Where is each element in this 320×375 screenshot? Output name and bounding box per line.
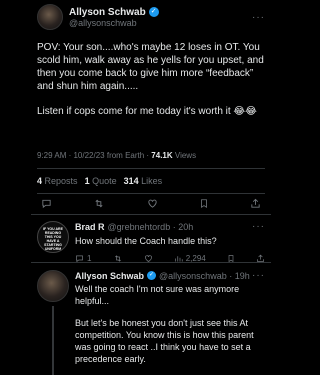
author-handle[interactable]: @grebnehtordb <box>108 222 171 232</box>
bookmark-icon[interactable] <box>199 198 209 212</box>
more-icon[interactable]: ··· <box>252 221 265 232</box>
reply-paragraph-2: But let's be honest you don't just see t… <box>75 318 254 364</box>
more-icon[interactable]: ··· <box>252 270 265 281</box>
reposts-label: Reposts <box>44 176 78 186</box>
likes-stat[interactable]: 314 Likes <box>124 176 163 186</box>
tweet-time[interactable]: 9:29 AM <box>37 151 66 160</box>
reply-paragraph-1: Well the coach I'm not sure was anymore … <box>75 284 240 306</box>
share-icon[interactable] <box>250 198 261 212</box>
reposts-stat[interactable]: 4 Reposts <box>37 176 78 186</box>
tweet-text: POV: Your son....who's maybe 12 loses in… <box>37 41 265 118</box>
quotes-count: 1 <box>84 176 90 186</box>
main-action-bar <box>41 198 261 212</box>
divider <box>31 214 271 215</box>
tweet-stats: 4 Reposts 1 Quote 314 Likes <box>37 176 162 186</box>
avatar[interactable] <box>37 270 69 302</box>
divider <box>31 262 271 263</box>
divider <box>37 193 265 194</box>
reply-icon[interactable] <box>41 198 52 212</box>
main-tweet-header: Allyson Schwab ✓ @allysonschwab ··· <box>37 4 265 30</box>
reposts-count: 4 <box>37 176 43 186</box>
tweet-paragraph-1: POV: Your son....who's maybe 12 loses in… <box>37 42 264 92</box>
views-count: 74.1K <box>151 151 173 160</box>
tweet-thread: Allyson Schwab ✓ @allysonschwab ··· POV:… <box>31 0 271 375</box>
thread-line <box>52 306 54 375</box>
tweet-source: from Earth <box>106 151 145 160</box>
divider <box>37 168 265 169</box>
quotes-stat[interactable]: 1 Quote <box>85 176 117 186</box>
tweet-meta: 9:29 AM · 10/22/23 from Earth · 74.1K Vi… <box>37 151 197 160</box>
author-name[interactable]: Allyson Schwab <box>75 271 144 281</box>
likes-count: 314 <box>123 176 139 186</box>
avatar[interactable] <box>37 4 63 30</box>
views-label: Views <box>174 151 197 160</box>
more-icon[interactable]: ··· <box>252 12 265 23</box>
author-name[interactable]: Allyson Schwab <box>69 7 146 18</box>
like-icon[interactable] <box>147 198 158 212</box>
reply-time[interactable]: 20h <box>178 222 193 232</box>
reply-time[interactable]: 19h <box>235 271 250 281</box>
reply-text: Well the coach I'm not sure was anymore … <box>75 283 265 365</box>
quotes-label: Quote <box>92 176 117 186</box>
avatar-caption: IF YOU ARE READING THIS YOU HAVE A START… <box>43 227 63 251</box>
tweet-date[interactable]: 10/22/23 <box>73 151 104 160</box>
author-handle[interactable]: @allysonschwab <box>69 18 159 28</box>
verified-icon: ✓ <box>148 7 159 17</box>
avatar[interactable]: IF YOU ARE READING THIS YOU HAVE A START… <box>37 221 69 253</box>
author-name[interactable]: Brad R <box>75 222 105 232</box>
reply-text: How should the Coach handle this? <box>75 236 217 246</box>
repost-icon[interactable] <box>93 198 105 212</box>
author-handle[interactable]: @allysonschwab <box>159 271 227 281</box>
tweet-paragraph-2: Listen if cops come for me today it's wo… <box>37 106 257 117</box>
likes-label: Likes <box>141 176 163 186</box>
verified-icon: ✓ <box>147 271 157 280</box>
